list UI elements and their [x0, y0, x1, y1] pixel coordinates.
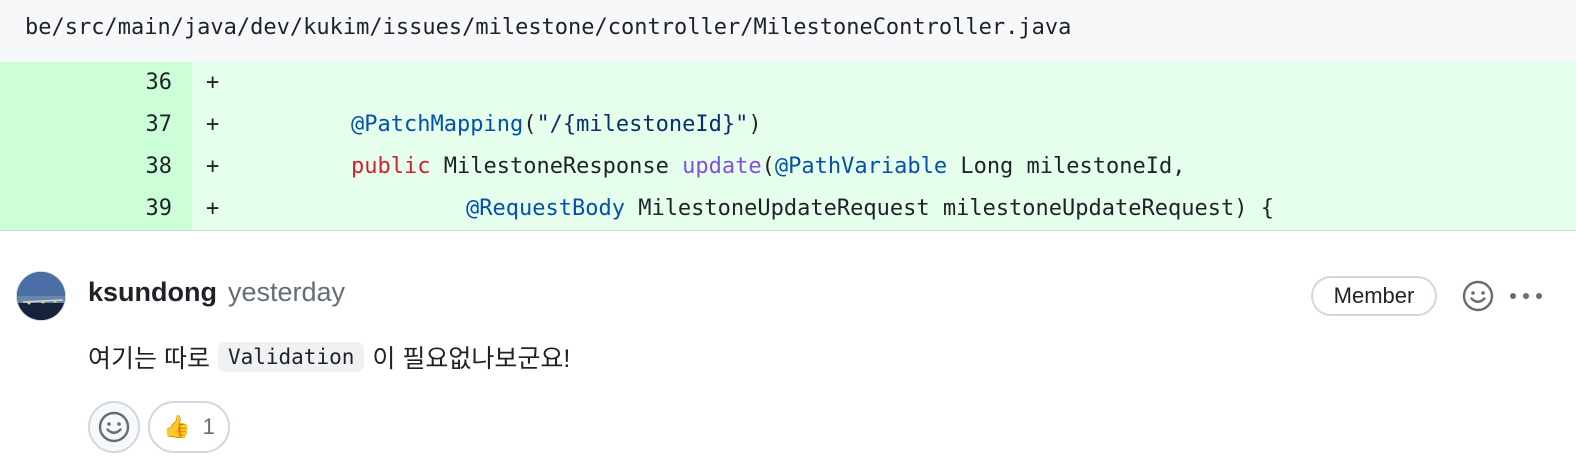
- file-path[interactable]: be/src/main/java/dev/kukim/issues/milest…: [25, 15, 1071, 40]
- comment-author[interactable]: ksundong: [88, 277, 217, 308]
- avatar-image: [17, 272, 65, 320]
- code-line: @PatchMapping("/{milestoneId}"): [351, 104, 762, 146]
- code-paren: (: [761, 154, 775, 179]
- line-number[interactable]: 38: [0, 146, 192, 188]
- code-string: "/{milestoneId}": [536, 112, 749, 137]
- code-annotation: @PathVariable: [774, 154, 948, 179]
- comment-body: 여기는 따로 Validation 이 필요없나보군요!: [88, 339, 570, 375]
- comment-text: 여기는 따로: [88, 345, 210, 373]
- thumbs-up-icon: 👍: [163, 414, 191, 439]
- diff-view: 36 + 37 + @PatchMapping("/{milestoneId}"…: [0, 62, 1576, 230]
- diff-add-marker: +: [206, 70, 220, 95]
- review-comment: ksundong yesterday Member 여기는 따로 Validat…: [0, 231, 1576, 470]
- code-params: Long milestoneId,: [947, 154, 1186, 179]
- add-reaction-button[interactable]: [88, 401, 140, 453]
- line-number[interactable]: 39: [0, 188, 192, 230]
- reaction-thumbs-up[interactable]: 👍 1: [148, 401, 230, 453]
- code-function: update: [682, 154, 762, 179]
- reaction-count: 1: [202, 414, 215, 439]
- more-options-button[interactable]: [1504, 278, 1548, 314]
- code-line: public MilestoneResponse update(@PathVar…: [351, 146, 1186, 188]
- line-number[interactable]: 36: [0, 62, 192, 104]
- code-annotation: @PatchMapping: [351, 112, 524, 137]
- diff-line: 39 + @RequestBody MilestoneUpdateRequest…: [0, 188, 1576, 230]
- code-annotation: @RequestBody: [466, 196, 625, 221]
- diff-add-marker: +: [206, 112, 220, 137]
- inline-code: Validation: [217, 342, 365, 372]
- member-badge: Member: [1311, 276, 1437, 316]
- avatar[interactable]: [16, 271, 66, 321]
- smiley-icon: [98, 411, 130, 443]
- kebab-horizontal-icon: [1510, 293, 1542, 299]
- file-header: be/src/main/java/dev/kukim/issues/milest…: [0, 0, 1576, 62]
- diff-line: 36 +: [0, 62, 1576, 104]
- smiley-icon: [1462, 280, 1494, 312]
- comment-text: 이 필요없나보군요!: [372, 345, 571, 373]
- code-params: MilestoneUpdateRequest milestoneUpdateRe…: [624, 196, 1274, 221]
- comment-timestamp[interactable]: yesterday: [228, 277, 345, 308]
- code-paren: ): [748, 112, 762, 137]
- diff-line: 37 + @PatchMapping("/{milestoneId}"): [0, 104, 1576, 146]
- diff-add-marker: +: [206, 196, 220, 221]
- line-number[interactable]: 37: [0, 104, 192, 146]
- code-paren: (: [523, 112, 537, 137]
- add-reaction-button[interactable]: [1460, 278, 1496, 314]
- diff-add-marker: +: [206, 154, 220, 179]
- diff-line: 38 + public MilestoneResponse update(@Pa…: [0, 146, 1576, 188]
- code-line: @RequestBody MilestoneUpdateRequest mile…: [466, 188, 1274, 230]
- code-type: MilestoneResponse: [430, 154, 683, 179]
- code-keyword: public: [351, 154, 431, 179]
